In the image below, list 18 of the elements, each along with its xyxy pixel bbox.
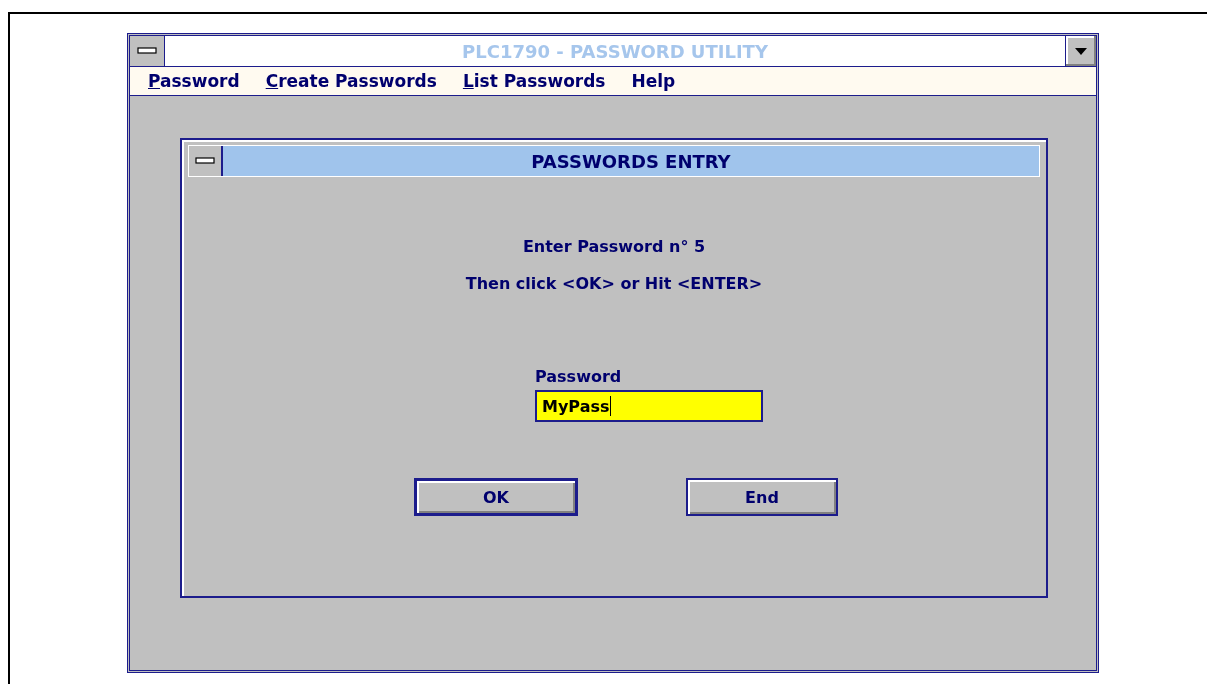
end-button[interactable]: End <box>686 478 838 516</box>
window-title: PLC1790 - PASSWORD UTILITY <box>461 39 769 64</box>
system-menu-button[interactable] <box>130 36 165 66</box>
menu-item[interactable]: Create Passwords <box>265 71 437 91</box>
hint-text: Then click <OK> or Hit <ENTER> <box>465 274 763 293</box>
system-menu-button[interactable] <box>189 146 223 176</box>
menu-item[interactable]: Password <box>148 71 240 91</box>
down-triangle-icon <box>1075 47 1087 55</box>
prompt-text: Enter Password n° 5 <box>522 237 706 256</box>
ok-button[interactable]: OK <box>414 478 578 516</box>
dash-icon <box>195 157 215 165</box>
password-field[interactable]: MyPass <box>535 390 763 422</box>
dash-icon <box>137 47 157 55</box>
menu-item[interactable]: List Passwords <box>462 71 606 91</box>
dialog-title: PASSWORDS ENTRY <box>530 149 732 174</box>
minimize-button[interactable] <box>1065 36 1096 66</box>
menu-item[interactable]: Help <box>631 71 676 91</box>
field-label: Password <box>535 367 623 386</box>
